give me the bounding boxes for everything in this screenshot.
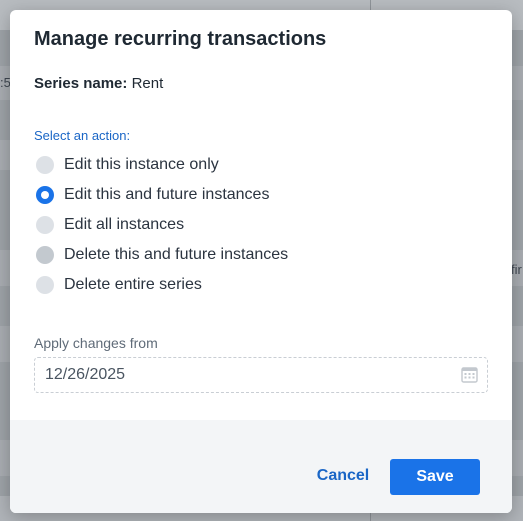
series-name-label: Series name:	[34, 75, 128, 92]
option-label: Delete entire series	[64, 276, 202, 293]
series-name-row: Series name: Rent	[34, 75, 163, 92]
background-text-fragment-left: :5	[0, 75, 10, 90]
option-edit-all-instances[interactable]: Edit all instances	[36, 210, 288, 240]
option-delete-this-and-future[interactable]: Delete this and future instances	[36, 240, 288, 270]
radio-button-selected[interactable]	[36, 186, 54, 204]
dialog-title: Manage recurring transactions	[34, 28, 327, 50]
apply-date-label: Apply changes from	[34, 335, 158, 351]
background-text-fragment-right: fir	[511, 262, 522, 277]
cancel-button[interactable]: Cancel	[306, 458, 380, 494]
radio-button[interactable]	[36, 156, 54, 174]
radio-button[interactable]	[36, 276, 54, 294]
option-label: Edit all instances	[64, 216, 185, 233]
calendar-icon[interactable]	[461, 366, 478, 383]
save-button[interactable]: Save	[390, 459, 480, 495]
option-delete-entire-series[interactable]: Delete entire series	[36, 270, 288, 300]
option-label: Edit this instance only	[64, 156, 219, 173]
recurring-transactions-dialog: Manage recurring transactions Series nam…	[10, 10, 512, 513]
radio-button[interactable]	[36, 216, 54, 234]
apply-date-input[interactable]	[34, 357, 488, 393]
series-name-value: Rent	[131, 75, 164, 92]
option-edit-this-and-future[interactable]: Edit this and future instances	[36, 180, 288, 210]
option-edit-this-instance[interactable]: Edit this instance only	[36, 150, 288, 180]
action-prompt: Select an action:	[34, 128, 131, 143]
dialog-footer: Cancel Save	[10, 420, 512, 513]
option-label: Delete this and future instances	[64, 246, 289, 263]
option-label: Edit this and future instances	[64, 186, 270, 203]
radio-button[interactable]	[36, 246, 54, 264]
action-radio-group: Edit this instance only Edit this and fu…	[36, 150, 288, 300]
